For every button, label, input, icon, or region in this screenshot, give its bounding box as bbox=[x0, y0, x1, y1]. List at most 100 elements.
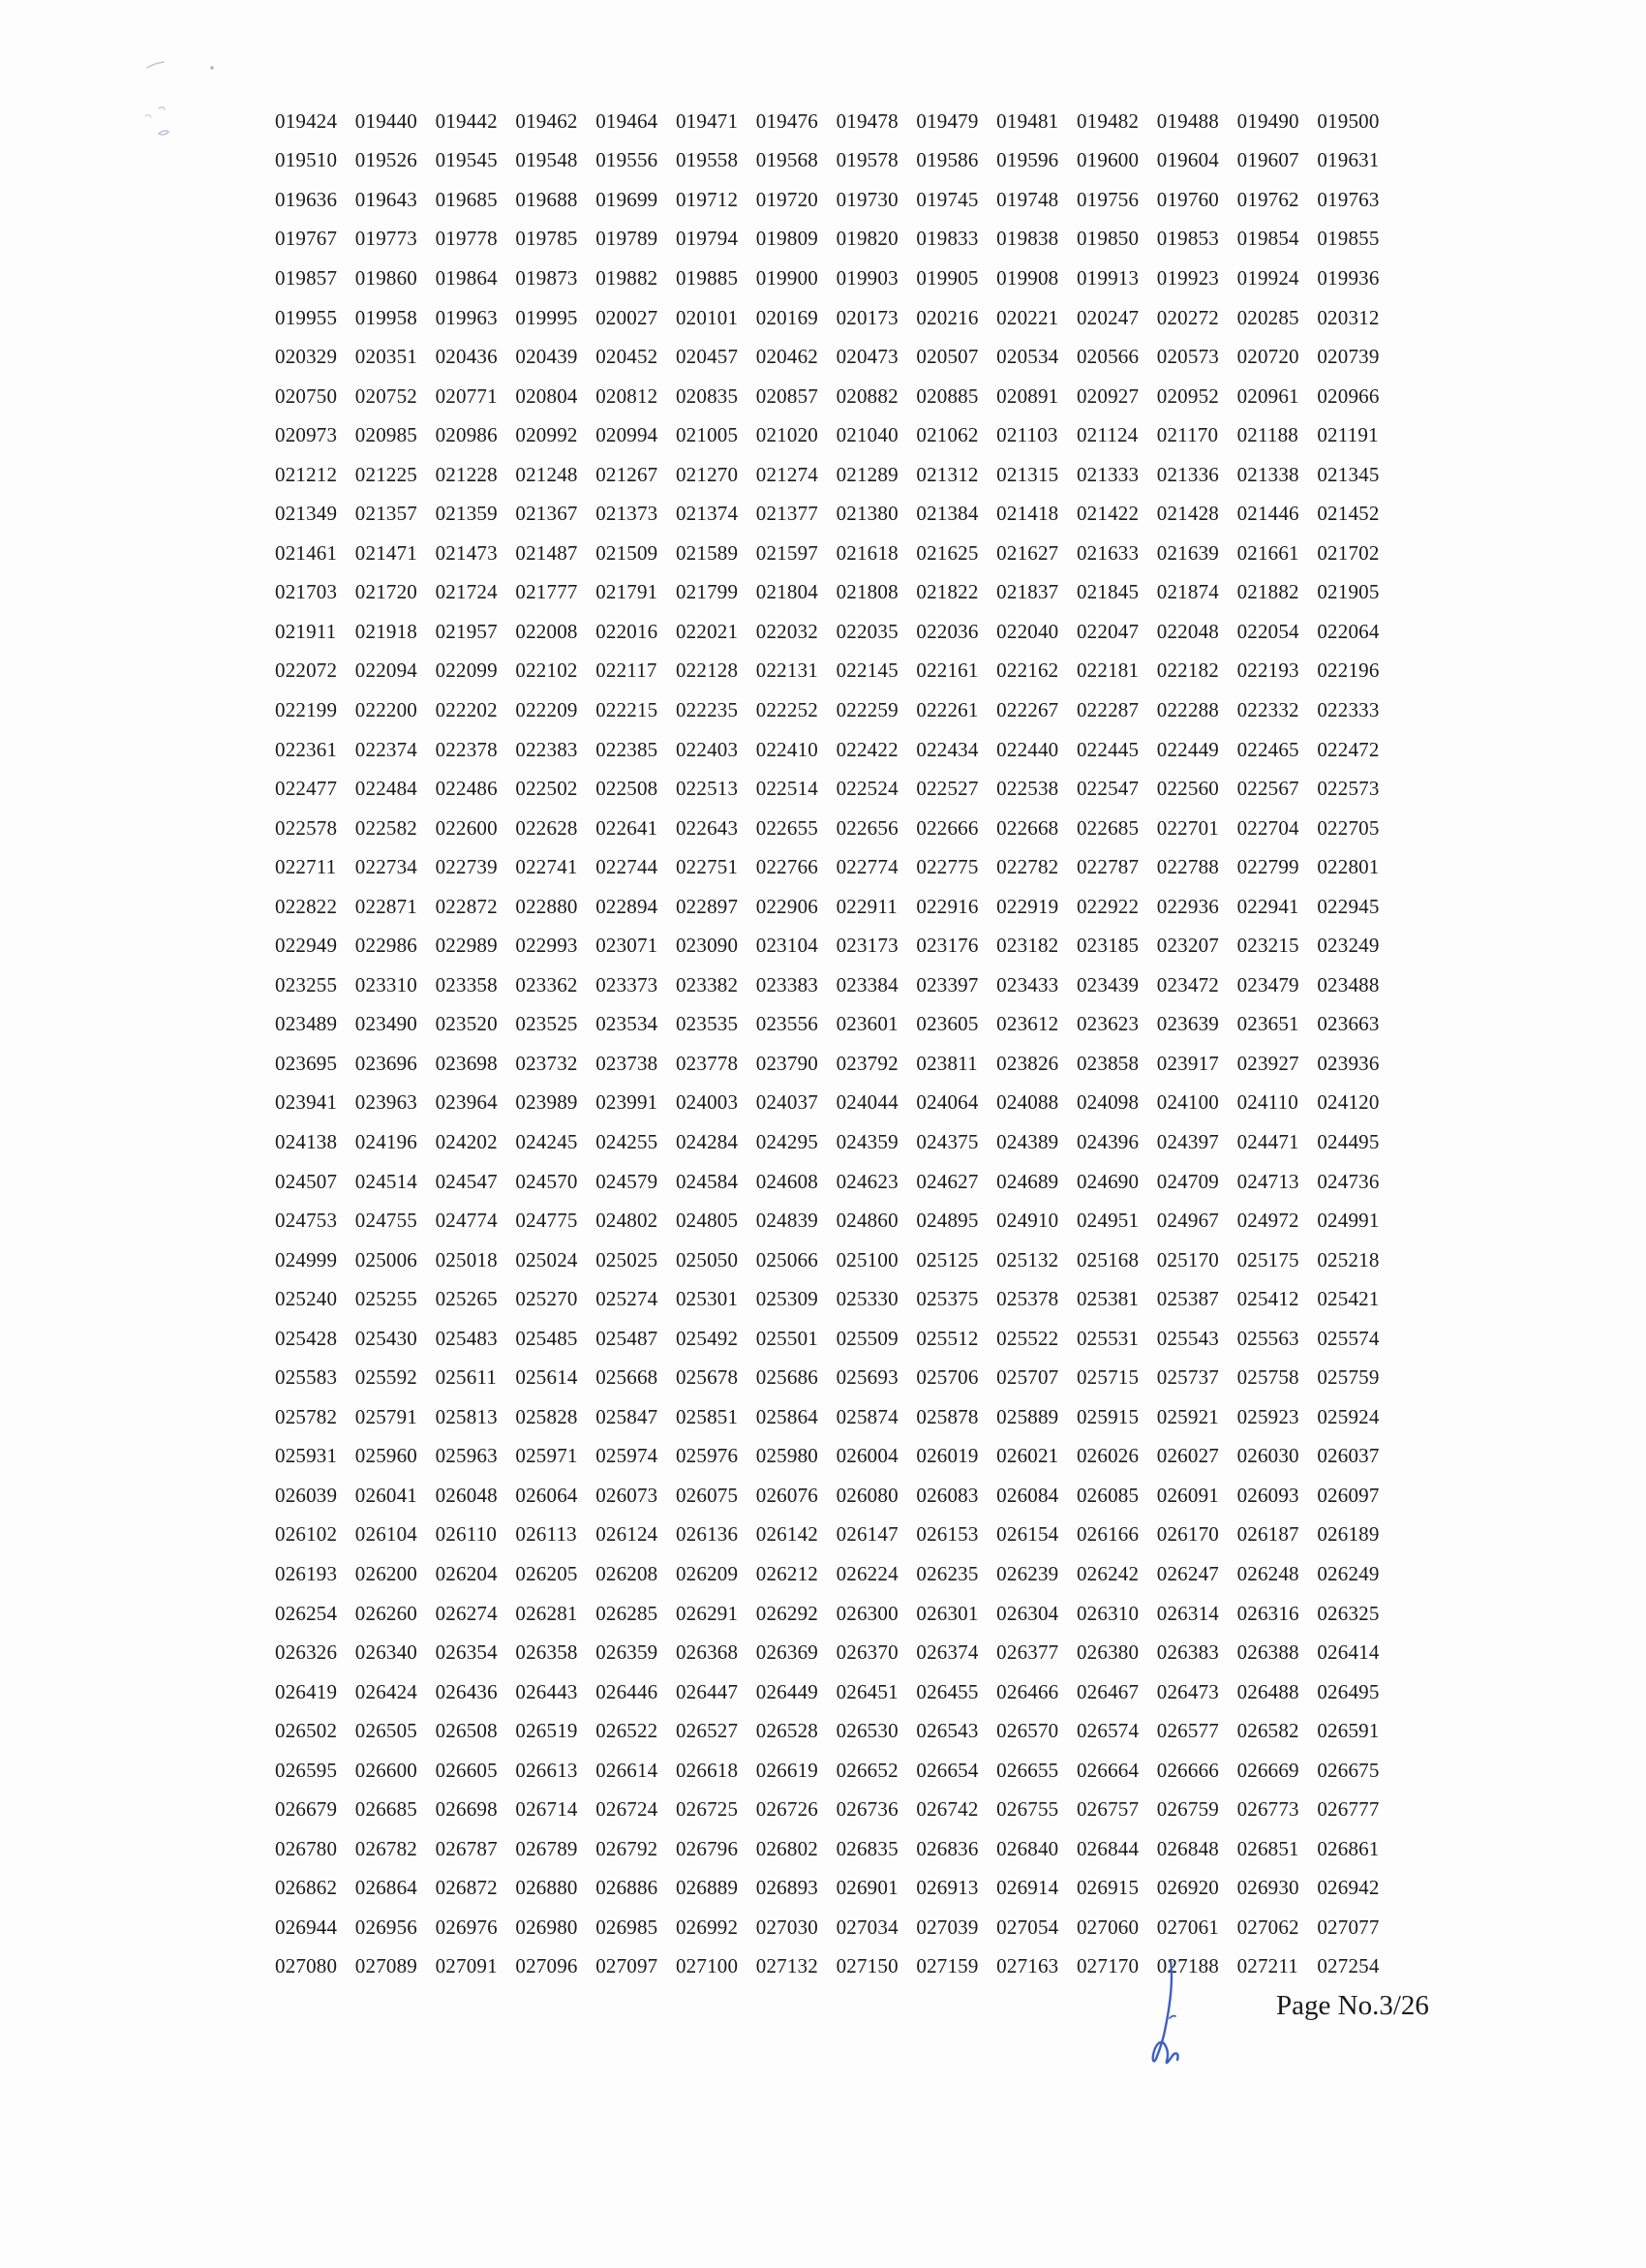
number-cell: 026864 bbox=[354, 1876, 417, 1900]
number-cell: 023963 bbox=[354, 1090, 417, 1115]
number-cell: 021799 bbox=[675, 580, 739, 604]
number-cell: 021191 bbox=[1317, 423, 1379, 447]
number-cell: 027089 bbox=[354, 1954, 417, 1978]
number-cell: 019963 bbox=[435, 305, 498, 329]
number-cell: 026447 bbox=[675, 1679, 739, 1703]
number-cell: 024774 bbox=[435, 1209, 498, 1233]
number-cell: 019558 bbox=[675, 148, 739, 172]
number-cell: 026736 bbox=[836, 1797, 899, 1822]
number-cell: 026113 bbox=[515, 1522, 577, 1547]
number-cell: 020771 bbox=[435, 383, 498, 408]
number-cell: 026726 bbox=[755, 1797, 818, 1822]
number-cell: 022701 bbox=[1156, 815, 1219, 840]
number-cell: 024991 bbox=[1317, 1209, 1380, 1233]
number-cell: 026170 bbox=[1156, 1522, 1219, 1547]
number-cell: 024295 bbox=[755, 1129, 818, 1153]
number-cell: 020272 bbox=[1156, 305, 1219, 329]
number-cell: 019936 bbox=[1317, 265, 1380, 290]
number-cell: 023310 bbox=[354, 972, 417, 996]
number-cell: 025487 bbox=[595, 1326, 658, 1350]
number-cell: 023991 bbox=[595, 1090, 658, 1115]
number-cell: 022199 bbox=[275, 697, 338, 721]
number-cell: 026844 bbox=[1076, 1836, 1140, 1860]
number-cell: 025428 bbox=[275, 1326, 338, 1350]
number-cell: 026502 bbox=[275, 1719, 338, 1743]
number-cell: 024579 bbox=[595, 1169, 658, 1193]
number-cell: 020457 bbox=[675, 345, 739, 369]
number-cell: 019600 bbox=[1076, 148, 1140, 172]
number-cell: 026789 bbox=[515, 1836, 578, 1860]
number-cell: 026291 bbox=[675, 1601, 739, 1625]
number-cell: 025492 bbox=[675, 1326, 739, 1350]
number-cell: 022685 bbox=[1076, 815, 1140, 840]
number-cell: 020027 bbox=[595, 305, 658, 329]
number-cell: 022508 bbox=[595, 777, 658, 801]
number-cell: 026595 bbox=[275, 1758, 338, 1782]
number-cell: 027150 bbox=[836, 1954, 899, 1978]
number-cell: 022582 bbox=[354, 815, 417, 840]
number-cell: 021452 bbox=[1317, 502, 1380, 526]
number-row: 022477 022484 022486 022502 022508 022513 0225… bbox=[275, 769, 1379, 809]
number-row: 027080 027089 027091 027096 027097 027100 0271… bbox=[275, 1947, 1379, 1987]
number-cell: 022215 bbox=[595, 697, 658, 721]
number-cell: 026388 bbox=[1236, 1640, 1299, 1665]
number-cell: 024584 bbox=[675, 1169, 739, 1193]
number-row: 022711 022734 022739 022741 022744 022751 0227… bbox=[275, 847, 1379, 887]
number-cell: 024375 bbox=[916, 1129, 979, 1153]
number-cell: 021338 bbox=[1236, 462, 1299, 486]
number-cell: 025018 bbox=[435, 1247, 498, 1272]
number-cell: 022102 bbox=[515, 659, 578, 683]
number-cell: 027097 bbox=[595, 1954, 658, 1978]
number-cell: 026886 bbox=[595, 1876, 658, 1900]
number-cell: 020312 bbox=[1317, 305, 1380, 329]
number-cell: 026685 bbox=[354, 1797, 417, 1822]
number-cell: 024110 bbox=[1236, 1090, 1298, 1115]
number-cell: 022871 bbox=[354, 894, 417, 918]
number-cell: 025924 bbox=[1317, 1404, 1380, 1428]
number-cell: 022161 bbox=[916, 659, 979, 683]
number-cell: 022514 bbox=[755, 777, 818, 801]
number-cell: 022131 bbox=[755, 659, 818, 683]
number-cell: 024951 bbox=[1076, 1209, 1140, 1233]
number-cell: 021040 bbox=[836, 423, 899, 447]
number-cell: 026085 bbox=[1076, 1483, 1140, 1507]
number-cell: 026666 bbox=[1156, 1758, 1219, 1782]
number-cell: 026039 bbox=[275, 1483, 338, 1507]
number-cell: 025614 bbox=[515, 1365, 578, 1390]
number-cell: 025686 bbox=[755, 1365, 818, 1390]
number-cell: 021289 bbox=[836, 462, 899, 486]
number-row: 026862 026864 026872 026880 026886 026889 0268… bbox=[275, 1869, 1379, 1909]
number-cell: 019853 bbox=[1156, 227, 1219, 251]
number-cell: 026618 bbox=[675, 1758, 739, 1782]
number-cell: 022434 bbox=[916, 737, 979, 761]
number-cell: 021267 bbox=[595, 462, 658, 486]
number-cell: 023989 bbox=[515, 1090, 578, 1115]
number-cell: 023173 bbox=[836, 934, 899, 958]
number-cell: 026292 bbox=[755, 1601, 818, 1625]
number-cell: 022182 bbox=[1156, 659, 1219, 683]
number-cell: 020221 bbox=[996, 305, 1059, 329]
number-cell: 025066 bbox=[755, 1247, 818, 1272]
number-cell: 026614 bbox=[595, 1758, 658, 1782]
number-cell: 026944 bbox=[275, 1915, 338, 1939]
number-cell: 019995 bbox=[515, 305, 578, 329]
number-cell: 022054 bbox=[1236, 619, 1299, 643]
number-cell: 024775 bbox=[515, 1209, 578, 1233]
number-cell: 023651 bbox=[1236, 1012, 1299, 1036]
number-cell: 022040 bbox=[996, 619, 1059, 643]
number-cell: 022801 bbox=[1317, 855, 1380, 879]
number-cell: 024255 bbox=[595, 1129, 658, 1153]
number-cell: 023605 bbox=[916, 1012, 979, 1036]
number-cell: 024396 bbox=[1076, 1129, 1140, 1153]
number-cell: 026037 bbox=[1317, 1444, 1380, 1468]
number-cell: 026522 bbox=[595, 1719, 658, 1743]
number-row: 026944 026956 026976 026980 026985 026992 0270… bbox=[275, 1908, 1379, 1947]
number-cell: 021639 bbox=[1156, 540, 1219, 565]
number-cell: 023698 bbox=[435, 1051, 498, 1075]
number-cell: 026835 bbox=[836, 1836, 899, 1860]
number-cell: 025963 bbox=[435, 1444, 498, 1468]
number-cell: 025265 bbox=[435, 1287, 498, 1311]
number-cell: 026370 bbox=[836, 1640, 899, 1665]
number-cell: 025583 bbox=[275, 1365, 338, 1390]
number-cell: 026577 bbox=[1156, 1719, 1219, 1743]
